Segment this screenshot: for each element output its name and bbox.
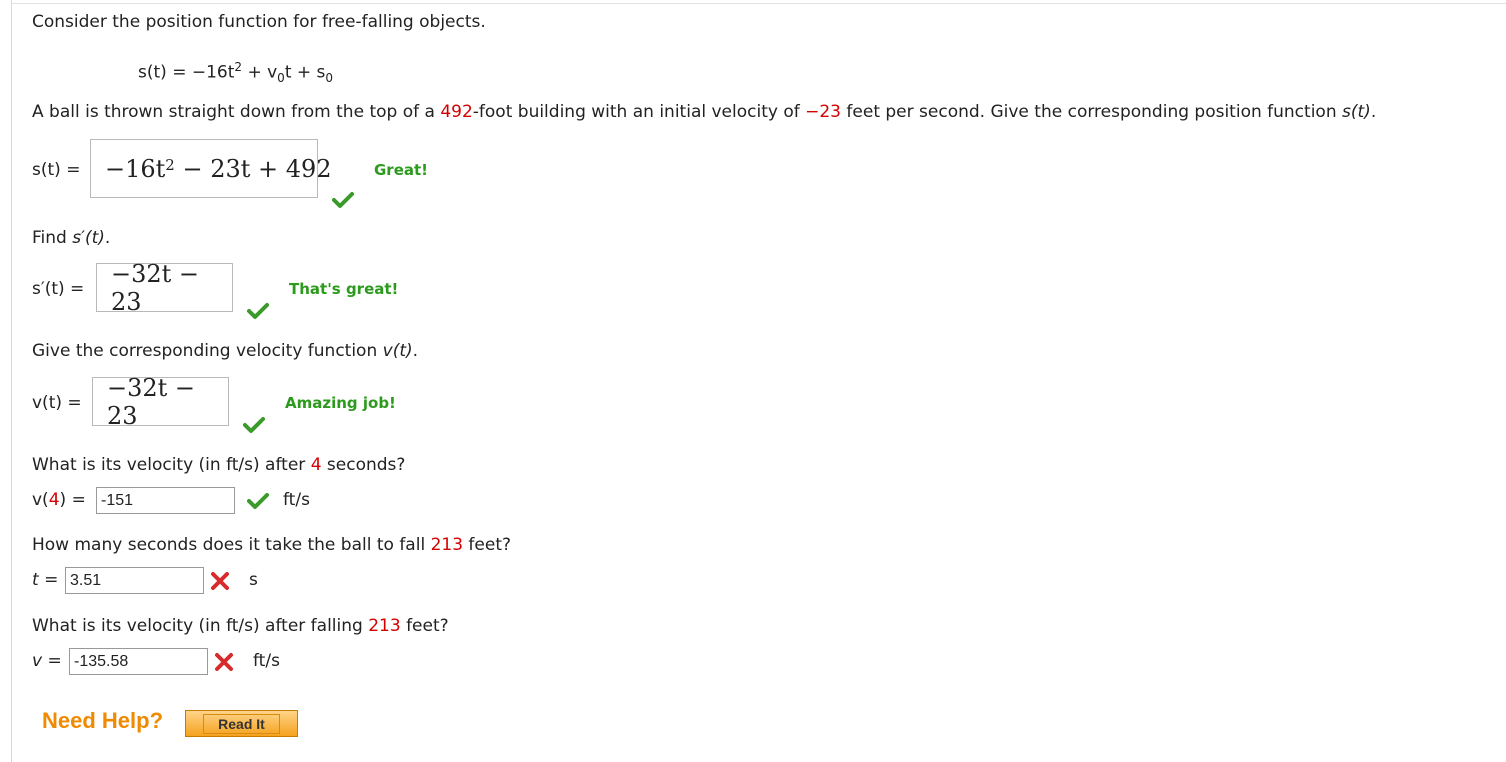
check-icon bbox=[243, 416, 265, 434]
q3-prompt: Give the corresponding velocity function… bbox=[32, 341, 418, 361]
q6-prompt-num: 213 bbox=[368, 616, 401, 636]
q1-answer-rest: − 23t + 492 bbox=[174, 154, 332, 183]
q6-prompt: What is its velocity (in ft/s) after fal… bbox=[32, 616, 449, 636]
check-icon bbox=[247, 302, 269, 320]
formula-term1: −16t bbox=[191, 62, 235, 83]
read-it-label: Read It bbox=[203, 713, 280, 734]
q2-feedback: That's great! bbox=[289, 280, 399, 298]
q2-prompt: Find s′(t). bbox=[32, 228, 110, 248]
q4-unit: ft/s bbox=[283, 490, 310, 510]
check-icon bbox=[247, 492, 269, 510]
problem-part1: A ball is thrown straight down from the … bbox=[32, 102, 441, 122]
problem-fn: s(t) bbox=[1342, 102, 1371, 122]
q4-label: v(4) = bbox=[32, 490, 86, 510]
formula-plus1: + bbox=[247, 62, 262, 83]
q6-unit: ft/s bbox=[253, 651, 280, 671]
problem-part2: -foot building with an initial velocity … bbox=[472, 102, 806, 122]
q1-answer-main: −16t bbox=[105, 154, 166, 183]
q5-prompt-num: 213 bbox=[430, 535, 464, 555]
problem-statement: A ball is thrown straight down from the … bbox=[32, 102, 1376, 122]
q6-answer-input[interactable] bbox=[69, 648, 208, 675]
q5-label: t = bbox=[32, 570, 59, 590]
q3-prompt-a: Give the corresponding velocity function bbox=[32, 341, 383, 361]
check-icon bbox=[332, 191, 354, 209]
q6-prompt-b: feet? bbox=[400, 616, 449, 636]
need-help-label: Need Help? bbox=[42, 708, 164, 733]
q3-answer: −32t − 23 bbox=[107, 373, 196, 430]
q3-feedback: Amazing job! bbox=[285, 394, 396, 412]
formula-v: v bbox=[267, 62, 278, 83]
q1-feedback: Great! bbox=[374, 161, 429, 179]
q4-label-num: 4 bbox=[48, 490, 60, 510]
q1-answer-box[interactable]: −16t 2 − 23t + 492 bbox=[90, 139, 332, 198]
q5-prompt-a: How many seconds does it take the ball t… bbox=[32, 535, 431, 555]
q6-prompt-a: What is its velocity (in ft/s) after fal… bbox=[32, 616, 369, 636]
q1-answer-exp: 2 bbox=[165, 155, 175, 174]
frame-left-border bbox=[11, 0, 12, 762]
q4-label-a: v( bbox=[32, 490, 49, 510]
q5-prompt-b: feet? bbox=[463, 535, 512, 555]
q1-label: s(t) = bbox=[32, 160, 81, 180]
q3-label: v(t) = bbox=[32, 393, 82, 413]
problem-part3: feet per second. Give the corresponding … bbox=[841, 102, 1343, 122]
read-it-button[interactable]: Read It bbox=[185, 710, 298, 737]
q5-answer-input[interactable] bbox=[65, 567, 204, 594]
frame-top-border bbox=[11, 3, 1506, 4]
formula-plus2: + bbox=[296, 62, 312, 83]
formula-eq: = bbox=[172, 62, 187, 83]
intro-text: Consider the position function for free-… bbox=[32, 12, 486, 32]
q2-prompt-a: Find bbox=[32, 228, 73, 248]
q2-answer: −32t − 23 bbox=[111, 259, 200, 316]
q2-prompt-b: . bbox=[104, 228, 111, 248]
q5-prompt: How many seconds does it take the ball t… bbox=[32, 535, 511, 555]
formula-term1-exp: 2 bbox=[234, 60, 243, 74]
building-height: 492 bbox=[440, 102, 473, 122]
formula-lhs: s(t) bbox=[138, 62, 167, 83]
q4-prompt-a: What is its velocity (in ft/s) after bbox=[32, 455, 311, 475]
q4-prompt: What is its velocity (in ft/s) after 4 s… bbox=[32, 455, 405, 475]
problem-end: . bbox=[1370, 102, 1377, 122]
q4-prompt-num: 4 bbox=[310, 455, 322, 475]
initial-velocity: −23 bbox=[805, 102, 842, 122]
q2-answer-box[interactable]: −32t − 23 bbox=[96, 260, 233, 316]
formula-s-sub: 0 bbox=[325, 71, 334, 86]
q3-answer-box[interactable]: −32t − 23 bbox=[92, 374, 229, 430]
q3-prompt-b: . bbox=[412, 341, 419, 361]
q2-label: s′(t) = bbox=[32, 279, 85, 299]
q5-unit: s bbox=[249, 570, 258, 590]
q4-label-b: ) = bbox=[59, 490, 86, 510]
cross-icon bbox=[210, 571, 230, 591]
formula-v-sub: 0 bbox=[277, 71, 285, 86]
position-formula: s(t) = −16t2 + v0t + s0 bbox=[138, 60, 333, 85]
q4-prompt-b: seconds? bbox=[321, 455, 406, 475]
cross-icon bbox=[214, 652, 234, 672]
q3-prompt-fn: v(t) bbox=[382, 341, 413, 361]
q2-prompt-fn: s′(t) bbox=[72, 228, 105, 248]
q4-answer-input[interactable] bbox=[96, 487, 235, 514]
q6-label: v = bbox=[32, 651, 62, 671]
formula-t: t bbox=[284, 62, 292, 83]
